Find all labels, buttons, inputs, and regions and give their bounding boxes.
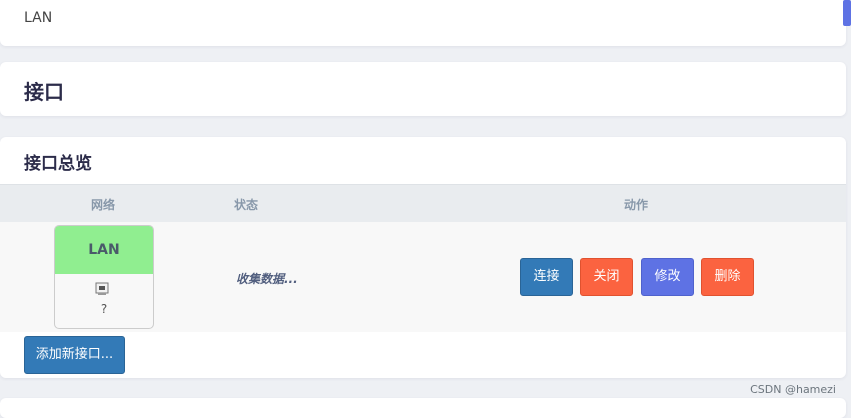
interface-device: ? bbox=[100, 302, 108, 316]
table-header: 网络 状态 动作 bbox=[0, 184, 846, 223]
connect-button[interactable]: 连接 bbox=[520, 258, 573, 296]
stop-button[interactable]: 关闭 bbox=[580, 258, 633, 296]
edit-button[interactable]: 修改 bbox=[641, 258, 694, 296]
interface-status: 收集数据... bbox=[236, 272, 298, 286]
column-actions: 动作 bbox=[624, 198, 649, 212]
add-interface-button[interactable]: 添加新接口... bbox=[24, 336, 125, 374]
watermark: CSDN @hamezi bbox=[750, 383, 836, 396]
page-title: 接口 bbox=[24, 80, 64, 104]
interface-name: LAN bbox=[55, 226, 153, 274]
section-title: 接口总览 bbox=[24, 154, 92, 174]
column-status: 状态 bbox=[234, 198, 259, 212]
breadcrumb-bar: LAN bbox=[0, 0, 851, 46]
next-card bbox=[0, 398, 846, 418]
breadcrumb-current: LAN bbox=[24, 10, 53, 26]
delete-button[interactable]: 删除 bbox=[701, 258, 754, 296]
scroll-accent bbox=[843, 0, 851, 26]
page-title-card: 接口 bbox=[0, 62, 846, 116]
ethernet-port-icon bbox=[95, 282, 109, 295]
interfaces-overview-card: 接口总览 网络 状态 动作 LAN ? 收集数据... 连接 关闭 修改 删除 … bbox=[0, 137, 846, 378]
table-row: LAN ? 收集数据... 连接 关闭 修改 删除 bbox=[0, 222, 846, 332]
interface-badge[interactable]: LAN ? bbox=[54, 225, 154, 329]
column-network: 网络 bbox=[91, 198, 116, 212]
